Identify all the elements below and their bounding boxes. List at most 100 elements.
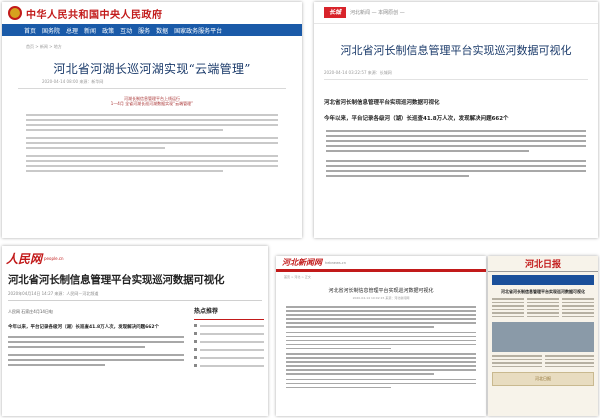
text-line (8, 346, 146, 348)
newspaper-columns-lower (488, 355, 598, 369)
text-line (286, 357, 476, 359)
newspaper-column (492, 355, 542, 369)
text-line (527, 315, 559, 317)
gov-nav-item[interactable]: 政策 (102, 26, 114, 35)
text-line (562, 298, 594, 300)
newspaper-masthead: 河北日报 (488, 256, 598, 272)
text-line (286, 353, 476, 355)
people-sidebar: 热点推荐 (190, 304, 268, 374)
text-line (286, 382, 476, 384)
text-line (200, 340, 264, 343)
gov-article-body (2, 110, 302, 179)
text-line (326, 135, 586, 137)
text-line (562, 301, 594, 303)
newspaper-banner (492, 275, 594, 285)
text-line (492, 358, 542, 360)
hebei-news-logo-sub: hebnews.cn (325, 260, 346, 265)
hebnews-article-title: 河北省河长制信息管理平台实现巡河数据可视化 (340, 44, 572, 57)
text-line (562, 315, 594, 317)
people-article-meta: 2020年04月14日 14:27 来源：人民网－河北频道 (8, 291, 99, 296)
text-line (200, 356, 264, 359)
text-line (326, 150, 529, 152)
text-line (544, 362, 594, 364)
gov-lead-line: 1—4月 全省河湖长巡河湖数据实现“云端管理” (110, 101, 194, 106)
text-line (200, 324, 264, 327)
text-line (26, 165, 278, 167)
people-header: 人民网 people.cn (2, 246, 268, 270)
text-line (8, 359, 184, 361)
gov-nav-item[interactable]: 国家政务服务平台 (174, 26, 222, 35)
gov-nav-item[interactable]: 互动 (120, 26, 132, 35)
text-line (492, 315, 524, 317)
text-line (26, 147, 165, 149)
text-line (26, 160, 278, 162)
people-source-line: 人民网 石家庄4月14日电 (8, 309, 53, 314)
newspaper-headline: 河北省河长制信息管理平台实现巡河数据可视化 (501, 289, 585, 294)
text-line (26, 142, 278, 144)
national-emblem-icon (8, 6, 22, 20)
sidebar-link[interactable] (194, 332, 264, 335)
sidebar-link[interactable] (194, 324, 264, 327)
text-line (26, 124, 278, 126)
text-line (492, 362, 542, 364)
newspaper-columns (488, 298, 598, 319)
newspaper-column (562, 298, 594, 319)
text-line (200, 364, 264, 367)
text-line (286, 335, 476, 337)
text-line (527, 298, 559, 300)
gov-breadcrumb[interactable]: 首页 > 新闻 > 地方 (2, 36, 302, 50)
hebei-news-header: 河北新闻网 hebnews.cn (276, 256, 486, 272)
text-line (492, 365, 542, 367)
sidebar-link[interactable] (194, 348, 264, 351)
gov-nav-bar: 首页 国务院 总理 新闻 政策 互动 服务 数据 国家政务服务平台 (2, 24, 302, 36)
gov-nav-item[interactable]: 总理 (66, 26, 78, 35)
hebei-news-breadcrumb[interactable]: 首页 > 河北 > 正文 (276, 272, 486, 279)
text-line (286, 386, 391, 388)
newspaper-footer-ad-text: 河北日报 (535, 376, 551, 381)
text-line (527, 305, 559, 307)
hebnews-article-meta: 2020-04-14 03:22:57 来源：长城网 (324, 70, 392, 75)
text-line (326, 140, 586, 142)
text-line (286, 322, 476, 324)
gov-article-meta: 2020-04-14 08:00 来源：新华网 (42, 79, 104, 84)
newspaper-photo (492, 322, 594, 352)
people-article-screenshot: 人民网 people.cn 河北省河长制信息管理平台实现巡河数据可视化 2020… (2, 246, 268, 416)
text-line (544, 355, 594, 357)
text-line (26, 137, 278, 139)
gov-nav-item[interactable]: 国务院 (42, 26, 60, 35)
gov-article-screenshot: 中华人民共和国中央人民政府 首页 国务院 总理 新闻 政策 互动 服务 数据 国… (2, 2, 302, 238)
sidebar-link[interactable] (194, 356, 264, 359)
gov-divider (18, 88, 286, 89)
text-line (26, 129, 223, 131)
text-line (286, 347, 391, 349)
gov-nav-item[interactable]: 新闻 (84, 26, 96, 35)
hebnews-article-lead: 今年以来，平台记录各级河（湖）长巡查41.8万人次，发现解决问题662个 (324, 116, 509, 122)
people-logo[interactable]: 人民网 (6, 250, 42, 267)
text-line (562, 305, 594, 307)
gov-nav-item[interactable]: 首页 (24, 26, 36, 35)
text-line (286, 378, 476, 380)
gov-site-name[interactable]: 中华人民共和国中央人民政府 (26, 6, 163, 21)
text-line (492, 355, 542, 357)
hebnews-logo[interactable]: 长城 (324, 7, 346, 18)
gov-nav-item[interactable]: 服务 (138, 26, 150, 35)
text-line (8, 354, 184, 356)
text-line (492, 305, 524, 307)
text-line (286, 365, 476, 367)
hebnews-header: 长城 河北新闻 — 本网原创 — (314, 2, 598, 24)
bullet-icon (194, 348, 197, 351)
bullet-icon (194, 332, 197, 335)
text-line (562, 308, 594, 310)
text-line (26, 119, 278, 121)
bullet-icon (194, 356, 197, 359)
sidebar-link[interactable] (194, 340, 264, 343)
text-line (286, 314, 476, 316)
gov-nav-item[interactable]: 数据 (156, 26, 168, 35)
hebnews-article-screenshot: 长城 河北新闻 — 本网原创 — 河北省河长制信息管理平台实现巡河数据可视化 2… (314, 2, 598, 238)
newspaper-column (527, 298, 559, 319)
text-line (200, 348, 264, 351)
text-line (544, 365, 594, 367)
hebei-news-logo[interactable]: 河北新闻网 (282, 257, 322, 268)
sidebar-link[interactable] (194, 364, 264, 367)
text-line (492, 312, 524, 314)
